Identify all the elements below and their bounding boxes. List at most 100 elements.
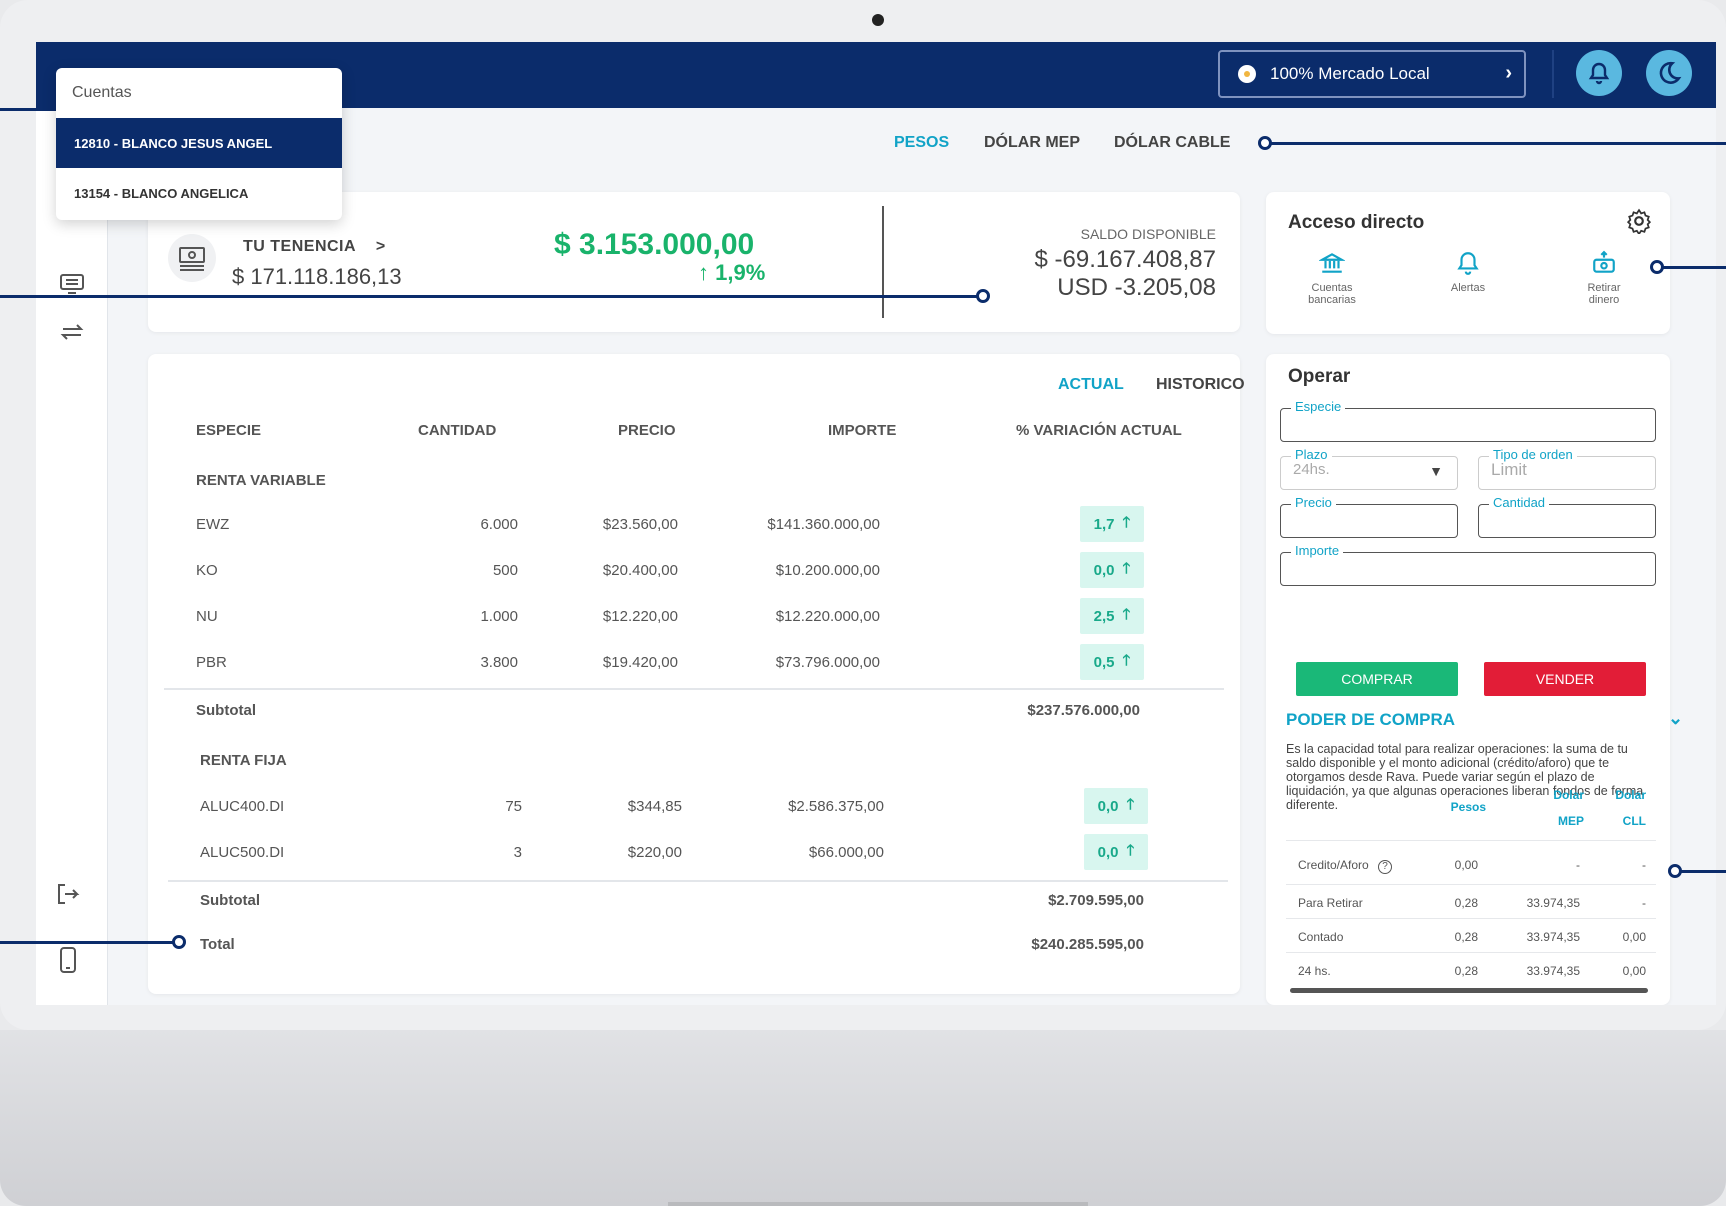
cell-cantidad: 75 (505, 798, 522, 815)
quick-access-label: dinero (1588, 294, 1620, 306)
callout-line (1658, 266, 1726, 269)
variation-badge: 1,7 🡑 (1080, 506, 1144, 542)
cell-cantidad: 3.800 (480, 654, 518, 671)
total-label: Total (200, 936, 235, 953)
tab-actual[interactable]: ACTUAL (1058, 376, 1124, 394)
field-label: Precio (1291, 495, 1336, 510)
sidebar-monitor-icon[interactable] (58, 270, 86, 298)
moon-icon (1659, 61, 1682, 84)
row-label: Credito/Aforo ? (1298, 858, 1393, 874)
saldo-usd: USD -3.205,08 (1057, 274, 1216, 301)
cell-importe: $141.360.000,00 (767, 516, 880, 533)
chevron-down-icon[interactable]: ⌄ (1668, 708, 1683, 729)
cell-mep: 33.974,35 (1526, 964, 1580, 978)
tab-pesos[interactable]: PESOS (894, 134, 949, 152)
account-option[interactable]: 13154 - BLANCO ANGELICA (56, 168, 342, 218)
callout-line (1266, 142, 1726, 145)
variation-badge: 0,0 🡑 (1084, 788, 1148, 824)
precio-input[interactable]: Precio (1280, 495, 1458, 538)
field-label: Especie (1291, 399, 1346, 414)
accounts-dropdown: Cuentas 12810 - BLANCO JESUS ANGEL 13154… (56, 68, 342, 220)
column-header: Pesos (1450, 800, 1486, 814)
cell-cantidad: 1.000 (480, 608, 518, 625)
row-divider (1286, 918, 1656, 919)
row-label: 24 hs. (1298, 964, 1331, 978)
row-divider (168, 880, 1228, 882)
subtotal-label: Subtotal (196, 702, 256, 719)
callout-marker (1650, 260, 1664, 274)
cell-cantidad: 500 (492, 562, 518, 579)
sell-button[interactable]: VENDER (1484, 662, 1646, 696)
row-label: Contado (1298, 930, 1344, 944)
quick-access-label: Alertas (1450, 282, 1486, 294)
section-label: RENTA VARIABLE (196, 472, 326, 489)
gear-icon[interactable] (1626, 208, 1652, 239)
cell-cll: 0,00 (1622, 930, 1646, 944)
cell-mep: - (1576, 858, 1580, 872)
account-option[interactable]: 12810 - BLANCO JESUS ANGEL (56, 118, 342, 168)
column-header: MEP (1557, 814, 1584, 828)
sidebar (36, 108, 108, 1005)
tab-dolar-cable[interactable]: DÓLAR CABLE (1114, 134, 1230, 152)
cell-cantidad: 6.000 (480, 516, 518, 533)
cell-pesos: 0,28 (1454, 896, 1478, 910)
especie-input[interactable]: Especie (1280, 399, 1656, 442)
cell-mep: 33.974,35 (1526, 930, 1580, 944)
cell-precio: $344,85 (627, 798, 682, 815)
cell-importe: $73.796.000,00 (775, 654, 880, 671)
quick-access-title: Acceso directo (1288, 212, 1425, 233)
tab-historico[interactable]: HISTORICO (1156, 376, 1245, 394)
cell-pesos: 0,00 (1454, 858, 1478, 872)
chevron-right-icon: › (1505, 62, 1512, 84)
cell-precio: $23.560,00 (602, 516, 678, 533)
subtotal-label: Subtotal (200, 892, 260, 909)
sidebar-transfer-icon[interactable] (58, 318, 86, 346)
cell-precio: $220,00 (627, 844, 682, 861)
tenencia-link[interactable]: TU TENENCIA > (243, 238, 386, 256)
importe-input[interactable]: Importe (1280, 543, 1656, 586)
summary-divider (882, 206, 884, 318)
field-label: Importe (1291, 543, 1344, 558)
quick-access-alerts[interactable]: Alertas (1428, 248, 1508, 294)
quick-access-withdraw[interactable]: Retirar dinero (1564, 248, 1644, 306)
arrow-up-icon: 🡑 (1122, 513, 1131, 531)
total-value: $240.285.595,00 (1031, 936, 1144, 953)
callout-line (1678, 870, 1726, 873)
saldo-ars: $ -69.167.408,87 (1034, 246, 1217, 273)
section-label: RENTA FIJA (200, 752, 287, 769)
bank-icon (1317, 248, 1347, 278)
column-header: % VARIACIÓN ACTUAL (1016, 422, 1182, 439)
cell-precio: $19.420,00 (602, 654, 678, 671)
theme-toggle-button[interactable] (1646, 50, 1692, 96)
column-header: ESPECIE (196, 422, 262, 439)
cell-especie: PBR (196, 654, 227, 671)
bell-icon (1588, 62, 1610, 85)
callout-line (0, 941, 178, 944)
cantidad-input[interactable]: Cantidad (1478, 495, 1656, 538)
quick-access-label: Retirar (1587, 282, 1621, 294)
cell-importe: $12.220.000,00 (775, 608, 880, 625)
field-label: Cantidad (1489, 495, 1550, 510)
plazo-select[interactable]: Plazo 24hs. ▼ (1280, 447, 1458, 490)
cell-cll: - (1642, 896, 1646, 910)
notifications-button[interactable] (1576, 50, 1622, 96)
market-selector-button[interactable]: 100% Mercado Local › (1218, 50, 1526, 98)
laptop-base (0, 1030, 1726, 1206)
buy-button[interactable]: COMPRAR (1296, 662, 1458, 696)
cell-precio: $12.220,00 (602, 608, 678, 625)
cell-especie: ALUC500.DI (200, 844, 285, 861)
quick-access-bank-accounts[interactable]: Cuentas bancarias (1292, 248, 1372, 306)
help-icon: ? (1378, 860, 1393, 874)
mobile-app-icon[interactable] (54, 946, 82, 974)
column-header: Dolar (1553, 788, 1584, 802)
withdraw-icon (1589, 248, 1619, 278)
buying-power-title[interactable]: PODER DE COMPRA (1286, 710, 1455, 730)
logout-icon[interactable] (54, 880, 82, 908)
tab-dolar-mep[interactable]: DÓLAR MEP (984, 134, 1080, 152)
horizontal-scrollbar[interactable] (1290, 988, 1648, 993)
tipo-orden-input[interactable]: Tipo de orden Limit (1478, 447, 1656, 490)
tipo-orden-value: Limit (1491, 460, 1527, 479)
subtotal-value: $2.709.595,00 (1048, 892, 1144, 909)
market-status-icon (1238, 65, 1256, 83)
row-divider (1286, 952, 1656, 953)
